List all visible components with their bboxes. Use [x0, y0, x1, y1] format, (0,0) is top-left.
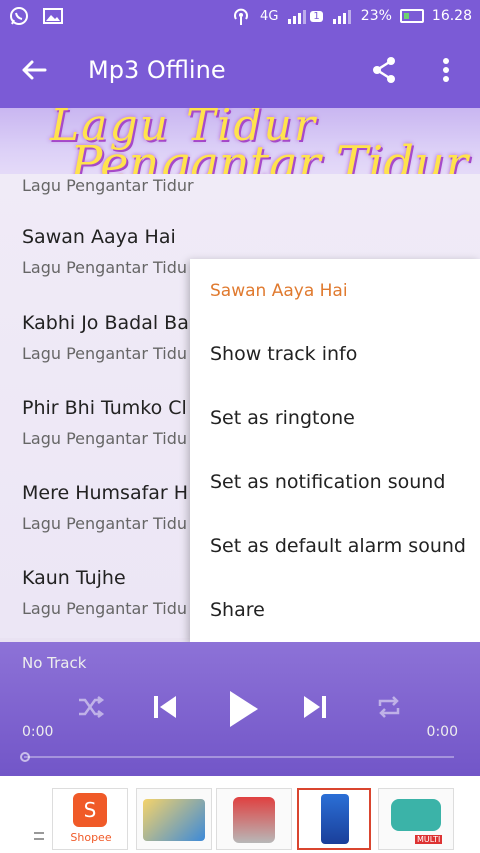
elapsed-time: 0:00	[22, 724, 54, 740]
ad-banner: S Shopee MULTI	[0, 776, 480, 853]
album-banner: Lagu Tidur Pengantar Tidur	[0, 108, 480, 178]
track-artist: Lagu Pengantar Tidu	[22, 429, 188, 448]
play-icon[interactable]	[222, 687, 264, 731]
banner-artwork-line2: Pengantar Tidur	[70, 136, 468, 178]
track-artist: Lagu Pengantar Tidu	[22, 599, 188, 618]
page-title: Mp3 Offline	[88, 56, 226, 84]
menu-item-set-ringtone[interactable]: Set as ringtone	[210, 407, 355, 429]
shopee-label: Shopee	[70, 831, 112, 844]
list-item[interactable]: Kabhi Jo Badal Ba Lagu Pengantar Tidu	[22, 312, 189, 363]
shopee-bag-icon: S	[73, 793, 107, 827]
overflow-menu-icon[interactable]	[430, 54, 462, 86]
menu-item-show-track-info[interactable]: Show track info	[210, 343, 357, 365]
menu-header: Sawan Aaya Hai	[210, 281, 348, 301]
status-bar: 4G 1 23% 16.28	[0, 0, 480, 32]
sim-badge: 1	[310, 10, 323, 22]
list-item[interactable]: Kaun Tujhe Lagu Pengantar Tidu	[22, 567, 187, 618]
next-icon[interactable]	[298, 687, 332, 727]
ad-item-toy-track[interactable]	[136, 788, 212, 850]
seek-bar[interactable]	[20, 752, 454, 762]
multi-label: MULTI	[415, 835, 443, 844]
robot-toy-image	[233, 797, 275, 843]
menu-item-share[interactable]: Share	[210, 599, 265, 621]
ad-menu-icon[interactable]	[34, 832, 44, 840]
repeat-icon[interactable]	[374, 687, 404, 727]
back-arrow-icon[interactable]	[18, 54, 50, 86]
toy-box-image	[143, 799, 205, 841]
ad-item-phone[interactable]	[297, 788, 371, 850]
clock: 16.28	[431, 8, 472, 24]
list-item[interactable]: Lagu Pengantar Tidur	[22, 176, 194, 195]
previous-icon[interactable]	[148, 687, 182, 727]
list-item[interactable]: Sawan Aaya Hai Lagu Pengantar Tidu	[22, 226, 187, 277]
menu-item-set-alarm[interactable]: Set as default alarm sound	[210, 535, 466, 557]
menu-item-set-notification[interactable]: Set as notification sound	[210, 471, 445, 493]
battery-percent: 23%	[360, 8, 392, 24]
list-item[interactable]: Mere Humsafar H Lagu Pengantar Tidu	[22, 482, 188, 533]
ad-item-multi-tool[interactable]: MULTI	[378, 788, 454, 850]
battery-icon	[399, 9, 424, 23]
phone-image	[321, 794, 349, 844]
track-name: Kabhi Jo Badal Ba	[22, 312, 189, 334]
track-artist: Lagu Pengantar Tidu	[22, 344, 188, 363]
track-artist: Lagu Pengantar Tidur	[22, 176, 194, 195]
tool-image	[391, 799, 441, 831]
track-artist: Lagu Pengantar Tidu	[22, 258, 188, 277]
track-artist: Lagu Pengantar Tidu	[22, 514, 188, 533]
signal-sim2-icon	[331, 6, 353, 26]
player-controls	[0, 687, 480, 731]
player-panel: No Track 0:00 0:00	[0, 642, 480, 776]
now-playing-label: No Track	[22, 654, 87, 672]
ad-item-robot-toy[interactable]	[216, 788, 292, 850]
whatsapp-icon	[8, 6, 30, 26]
track-name: Phir Bhi Tumko Cl	[22, 397, 187, 419]
shuffle-icon[interactable]	[76, 687, 106, 727]
track-name: Sawan Aaya Hai	[22, 226, 176, 248]
track-context-menu: Sawan Aaya Hai Show track info Set as ri…	[190, 259, 480, 642]
list-item[interactable]: Phir Bhi Tumko Cl Lagu Pengantar Tidu	[22, 397, 187, 448]
total-time: 0:00	[426, 724, 458, 740]
track-name: Kaun Tujhe	[22, 567, 126, 589]
seek-thumb[interactable]	[20, 752, 30, 762]
gallery-icon	[42, 6, 64, 26]
hotspot-icon	[230, 6, 252, 26]
app-bar: Mp3 Offline	[0, 32, 480, 108]
network-type: 4G	[260, 8, 279, 24]
signal-sim1-icon	[286, 6, 308, 26]
share-icon[interactable]	[368, 54, 400, 86]
track-name: Mere Humsafar H	[22, 482, 189, 504]
ad-item-shopee[interactable]: S Shopee	[52, 788, 128, 850]
